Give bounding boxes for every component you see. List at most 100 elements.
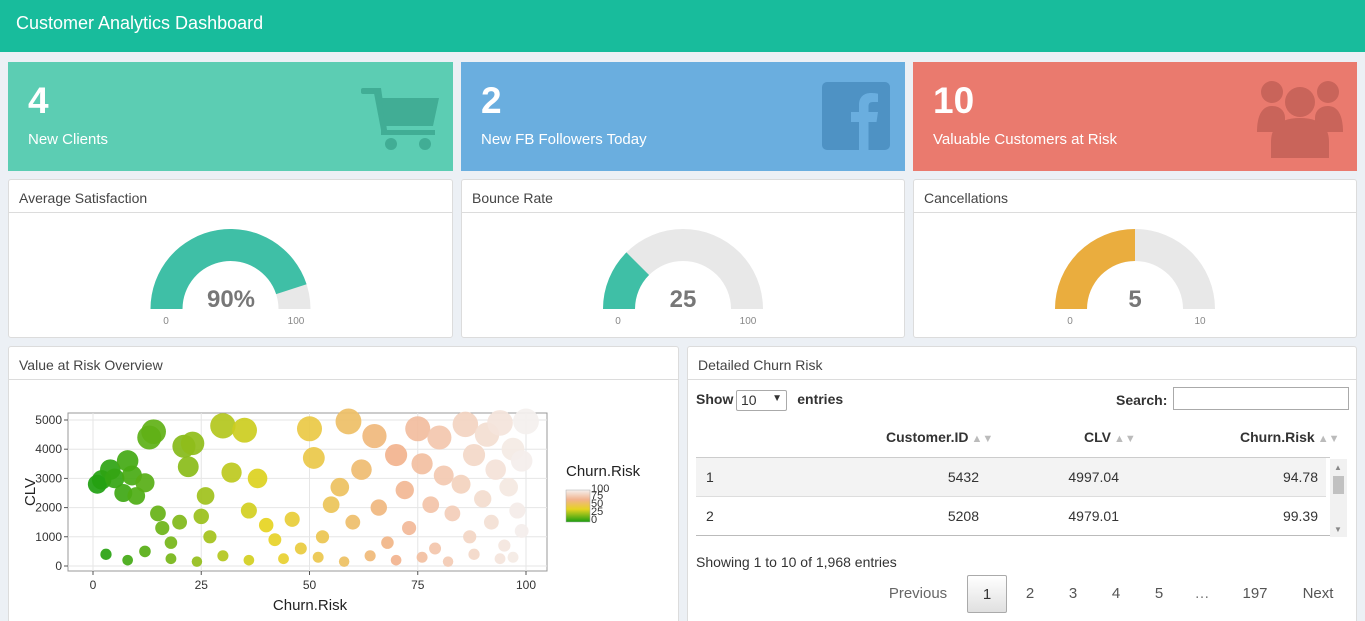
gauge-panel-cancellations: Cancellations 5 0 10 — [913, 179, 1357, 338]
data-point — [232, 417, 257, 443]
panel-title: Bounce Rate — [462, 180, 904, 213]
data-point — [474, 490, 492, 508]
data-point — [135, 473, 155, 493]
data-point — [487, 410, 513, 436]
data-point — [284, 511, 300, 527]
data-point — [507, 551, 519, 563]
column-label: CLV — [1084, 429, 1111, 445]
entries-select-value: 10 — [741, 392, 757, 408]
table-scrollbar[interactable]: ▲ ▼ — [1330, 459, 1347, 537]
data-point — [122, 554, 133, 566]
churn-scatter-plot: 0 25 50 75 100 0 1000 2000 3000 4000 5000 Churn.R… — [22, 408, 641, 614]
value-box-number: 10 — [933, 80, 975, 121]
data-point — [494, 553, 506, 565]
pagination-page-197[interactable]: 197 — [1230, 575, 1280, 613]
cell-clv: 4979.01 — [1068, 508, 1119, 524]
data-point — [193, 508, 209, 525]
x-tick-label: 50 — [303, 578, 317, 592]
table-row[interactable]: 2 5208 4979.01 99.39 — [696, 496, 1326, 534]
search-input[interactable] — [1173, 387, 1349, 410]
data-point — [302, 447, 325, 469]
data-point — [395, 480, 414, 500]
data-point — [294, 542, 307, 555]
legend-label: 0 — [591, 514, 597, 526]
pagination-next[interactable]: Next — [1294, 575, 1342, 613]
gauge-panel-satisfaction: Average Satisfaction 90% 0 100 — [8, 179, 453, 338]
value-box-number: 4 — [28, 80, 49, 121]
x-tick-label: 0 — [90, 578, 97, 592]
data-point — [402, 520, 417, 536]
data-point — [164, 536, 178, 549]
legend-labels: 1007550250 — [591, 483, 609, 526]
data-point — [196, 487, 215, 505]
data-point — [442, 556, 454, 567]
search-label: Search: — [1116, 392, 1168, 408]
value-box-new-clients: 4 New Clients — [8, 62, 453, 171]
data-point — [433, 465, 454, 486]
data-point — [100, 548, 112, 560]
scroll-down-icon: ▼ — [1334, 525, 1342, 534]
data-point — [370, 499, 387, 516]
sort-icon: ▲▼ — [971, 433, 994, 445]
gauge-max-label: 100 — [740, 316, 757, 327]
y-tick-label: 2000 — [35, 501, 62, 515]
data-point — [514, 524, 529, 538]
data-point — [268, 533, 282, 547]
y-axis-ticks: 0 1000 2000 3000 4000 5000 — [35, 413, 68, 573]
value-box-subtitle: New FB Followers Today — [481, 131, 647, 148]
value-at-risk-panel: Value at Risk Overview 0 25 50 75 100 0 1000 2… — [8, 346, 679, 621]
gauge-panel-bounce-rate: Bounce Rate 25 0 100 — [461, 179, 905, 338]
data-point — [513, 408, 539, 435]
data-point — [322, 496, 340, 514]
panel-title: Average Satisfaction — [9, 180, 452, 213]
cell-clv: 4997.04 — [1068, 469, 1119, 485]
scrollbar-thumb[interactable] — [1333, 476, 1344, 494]
legend-colorbar — [565, 489, 591, 523]
cell-index: 2 — [706, 508, 714, 524]
scroll-up-icon: ▲ — [1334, 463, 1342, 472]
y-tick-label: 4000 — [35, 442, 62, 456]
pagination-page-2[interactable]: 2 — [1010, 575, 1050, 613]
table-row[interactable]: 1 5432 4997.04 94.78 — [696, 458, 1326, 496]
data-point — [452, 411, 479, 438]
y-tick-label: 3000 — [35, 471, 62, 485]
data-point — [180, 431, 205, 456]
data-point — [427, 425, 452, 450]
facebook-icon — [822, 82, 890, 150]
column-header-clv[interactable]: CLV ▲▼ — [1084, 429, 1136, 445]
data-point — [463, 530, 477, 544]
data-point — [422, 496, 440, 514]
column-header-churn-risk[interactable]: Churn.Risk ▲▼ — [1240, 429, 1339, 445]
data-point — [191, 556, 203, 567]
data-point — [141, 419, 166, 445]
gauge-fill — [1055, 229, 1135, 309]
pagination-page-3[interactable]: 3 — [1053, 575, 1093, 613]
data-point — [330, 477, 350, 497]
cell-churn-risk: 94.78 — [1282, 469, 1318, 485]
pagination-previous[interactable]: Previous — [880, 575, 956, 613]
x-axis-ticks: 0 25 50 75 100 — [90, 571, 536, 592]
x-tick-label: 100 — [516, 578, 536, 592]
top-header: Customer Analytics Dashboard — [0, 0, 1365, 52]
bounce-rate-gauge: 25 0 100 — [603, 229, 763, 327]
pagination-page-1[interactable]: 1 — [967, 575, 1007, 613]
data-point — [240, 502, 257, 519]
column-header-customer-id[interactable]: Customer.ID ▲▼ — [886, 429, 993, 445]
panel-title: Detailed Churn Risk — [688, 347, 1356, 380]
value-box-subtitle: New Clients — [28, 131, 109, 148]
data-point — [364, 550, 376, 562]
cell-index: 1 — [706, 469, 714, 485]
entries-select[interactable]: 10 ▼ — [736, 390, 787, 411]
data-point — [499, 477, 518, 497]
value-box-number: 2 — [481, 80, 502, 121]
data-point — [411, 453, 433, 475]
data-point — [139, 545, 151, 558]
data-point — [468, 548, 480, 560]
table-info: Showing 1 to 10 of 1,968 entries — [696, 554, 897, 570]
entries-label: entries — [797, 391, 844, 407]
gauge-value: 25 — [670, 286, 697, 313]
pagination-page-5[interactable]: 5 — [1139, 575, 1179, 613]
pagination-page-4[interactable]: 4 — [1096, 575, 1136, 613]
gauge-max-label: 10 — [1194, 316, 1206, 327]
data-point — [296, 416, 323, 442]
